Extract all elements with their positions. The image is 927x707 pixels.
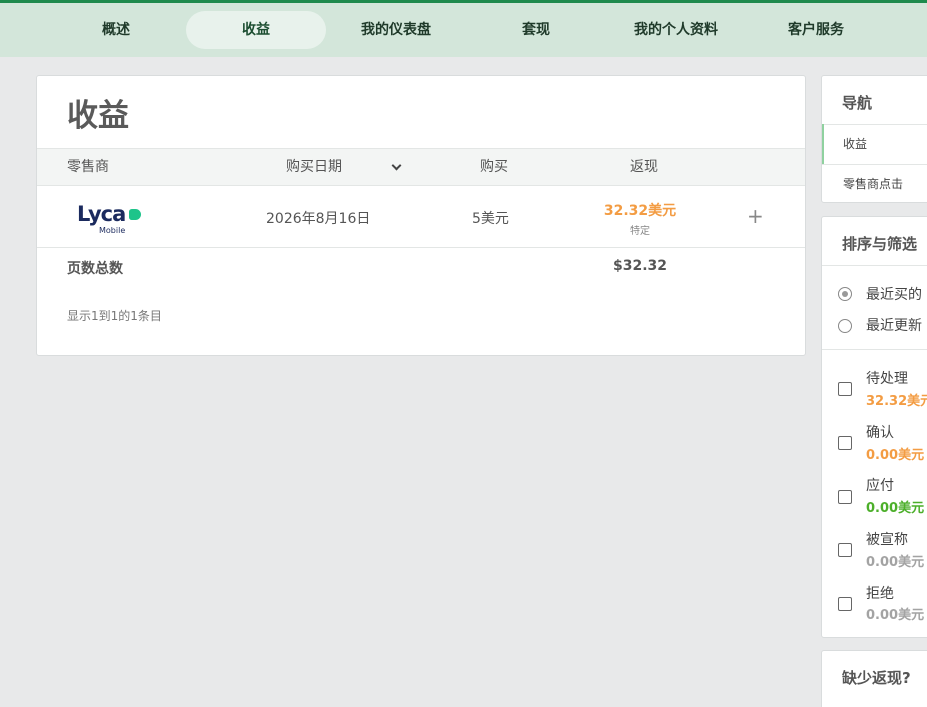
missing-cashback-title: 缺少返现?	[842, 669, 911, 687]
filter-payable-label: 应付	[866, 478, 894, 494]
filter-rejected-checkbox[interactable]	[838, 597, 852, 611]
tab-cashout[interactable]: 套现	[466, 11, 606, 49]
nav-title: 导航	[842, 94, 873, 112]
tab-dashboard[interactable]: 我的仪表盘	[326, 11, 466, 49]
header-cashback: 返现	[630, 159, 658, 175]
sidebar-item-retailer-clicks[interactable]: 零售商点击	[822, 164, 927, 204]
header-retailer: 零售商	[67, 159, 109, 175]
tab-overview[interactable]: 概述	[46, 11, 186, 49]
filter-rejected-label: 拒绝	[866, 586, 894, 602]
sort-chevron-down-icon[interactable]	[391, 160, 402, 171]
logo-heart-icon	[129, 209, 141, 220]
filter-pending-checkbox[interactable]	[838, 382, 852, 396]
filter-title: 排序与筛选	[842, 235, 918, 253]
sort-recent-purchase-label: 最近买的	[866, 287, 922, 303]
filter-payable-checkbox[interactable]	[838, 490, 852, 504]
cashback-status: 特定	[630, 226, 650, 237]
page-title: 收益	[67, 98, 129, 134]
sidebar-nav-card: 导航 收益 零售商点击	[821, 75, 927, 203]
filter-payable-amount: 0.00美元	[866, 501, 925, 516]
filter-rejected-amount: 0.00美元	[866, 608, 925, 623]
sort-filter-card: 排序与筛选 最近买的 最近更新 待处理 32.32美元 确认 0.00美元 应付…	[821, 216, 927, 638]
logo-sub-text: Mobile	[99, 226, 126, 235]
sort-recent-purchase-radio[interactable]	[838, 287, 852, 301]
table-row: Lyca Mobile 2026年8月16日 5美元 32.32美元 特定 +	[37, 186, 805, 248]
purchase-amount: 5美元	[472, 211, 509, 227]
tab-profile[interactable]: 我的个人资料	[606, 11, 746, 49]
filter-confirmed-checkbox[interactable]	[838, 436, 852, 450]
sidebar-item-earnings[interactable]: 收益	[822, 124, 927, 164]
cashback-amount: 32.32美元	[603, 203, 677, 219]
tab-support[interactable]: 客户服务	[746, 11, 886, 49]
filter-pending-amount: 32.32美元	[866, 394, 927, 409]
table-header: 零售商 购买日期 购买 返现	[37, 148, 805, 186]
earnings-card: 收益 零售商 购买日期 购买 返现 Lyca Mobile 2026年8月16日…	[36, 75, 806, 356]
filter-claimed-amount: 0.00美元	[866, 555, 925, 570]
top-nav: 概述 收益 我的仪表盘 套现 我的个人资料 客户服务	[0, 0, 927, 57]
total-value: $32.32	[612, 258, 668, 274]
logo-brand-text: Lyca	[77, 202, 126, 226]
tab-earnings[interactable]: 收益	[186, 11, 326, 49]
filter-claimed-checkbox[interactable]	[838, 543, 852, 557]
sort-recent-update-radio[interactable]	[838, 319, 852, 333]
expand-plus-icon[interactable]: +	[747, 204, 764, 228]
header-purchase: 购买	[480, 159, 508, 175]
header-purchase-date[interactable]: 购买日期	[286, 149, 342, 186]
total-label: 页数总数	[67, 261, 123, 277]
sort-recent-update-label: 最近更新	[866, 318, 922, 334]
filter-confirmed-amount: 0.00美元	[866, 448, 925, 463]
lyca-mobile-logo: Lyca Mobile	[77, 202, 147, 235]
divider	[822, 349, 927, 350]
filter-confirmed-label: 确认	[866, 425, 894, 441]
missing-cashback-card[interactable]: 缺少返现?	[821, 650, 927, 707]
entries-info: 显示1到1的1条目	[67, 309, 162, 323]
divider	[822, 265, 927, 266]
purchase-date: 2026年8月16日	[266, 211, 371, 227]
filter-pending-label: 待处理	[866, 371, 908, 387]
filter-claimed-label: 被宣称	[866, 532, 908, 548]
